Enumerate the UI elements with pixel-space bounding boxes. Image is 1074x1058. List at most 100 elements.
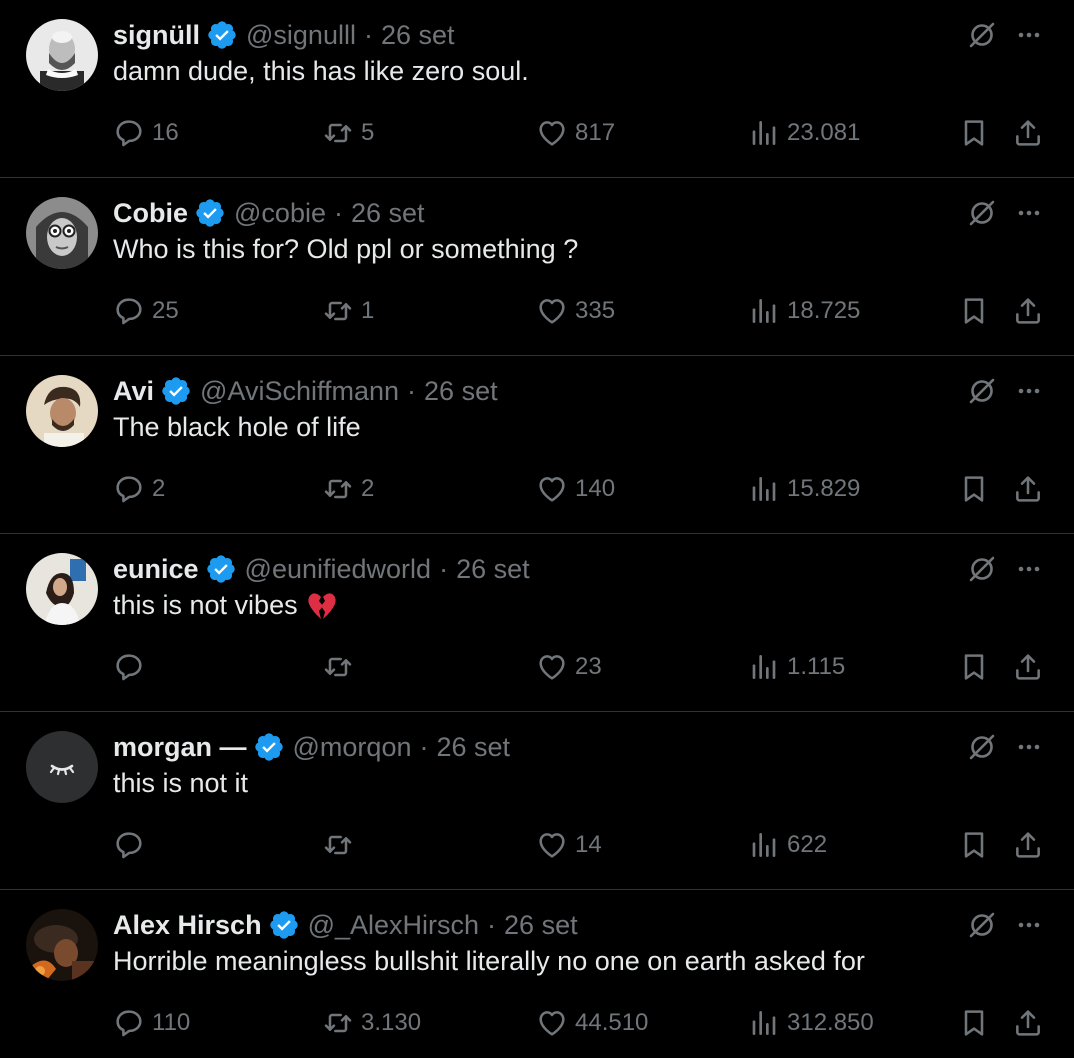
display-name[interactable]: Alex Hirsch [113, 910, 262, 941]
tweet[interactable]: signüll @signulll · 26 set damn dude, th… [0, 0, 1074, 178]
reply-button[interactable]: 25 [113, 292, 179, 330]
handle[interactable]: @signulll [246, 20, 356, 51]
more-icon[interactable] [1013, 20, 1045, 50]
separator: · [487, 909, 497, 940]
view-count: 312.850 [787, 1009, 874, 1036]
views-icon [752, 833, 776, 857]
bookmark-button[interactable] [958, 826, 990, 864]
timestamp[interactable]: 26 set [436, 732, 510, 763]
tweet[interactable]: Alex Hirsch @_AlexHirsch · 26 set Horrib… [0, 890, 1074, 1058]
avatar[interactable] [26, 19, 98, 91]
handle[interactable]: @morqon [293, 732, 412, 763]
bookmark-button[interactable] [958, 470, 990, 508]
grok-icon[interactable] [966, 375, 998, 407]
view-count: 15.829 [787, 475, 861, 502]
grok-icon[interactable] [966, 553, 998, 585]
retweet-button[interactable]: 1 [322, 292, 374, 330]
like-button[interactable]: 44.510 [536, 1004, 648, 1042]
reply-button[interactable]: 110 [113, 1004, 190, 1042]
reply-icon [116, 120, 142, 147]
retweet-icon [324, 657, 352, 677]
display-name[interactable]: signüll [113, 20, 200, 51]
timestamp[interactable]: 26 set [424, 376, 498, 407]
grok-icon[interactable] [966, 197, 998, 229]
views-button[interactable]: 1.115 [748, 648, 845, 686]
like-button[interactable]: 140 [536, 470, 615, 508]
avatar[interactable] [26, 731, 98, 803]
views-button[interactable]: 23.081 [748, 114, 860, 152]
reply-button[interactable] [113, 648, 152, 686]
views-icon [752, 1011, 776, 1035]
share-button[interactable] [1012, 114, 1044, 152]
views-button[interactable]: 312.850 [748, 1004, 874, 1042]
tweet[interactable]: Avi @AviSchiffmann · 26 set The black ho… [0, 356, 1074, 534]
reply-button[interactable] [113, 826, 152, 864]
separator: · [419, 731, 429, 762]
avatar[interactable] [26, 909, 98, 981]
views-button[interactable]: 18.725 [748, 292, 860, 330]
like-button[interactable]: 23 [536, 648, 602, 686]
timestamp[interactable]: 26 set [351, 198, 425, 229]
more-icon[interactable] [1013, 732, 1045, 762]
like-button[interactable]: 14 [536, 826, 602, 864]
more-icon[interactable] [1013, 376, 1045, 406]
bookmark-button[interactable] [958, 114, 990, 152]
share-button[interactable] [1012, 1004, 1044, 1042]
verified-badge-icon [269, 911, 298, 939]
share-button[interactable] [1012, 292, 1044, 330]
like-button[interactable]: 335 [536, 292, 615, 330]
display-name[interactable]: Cobie [113, 198, 188, 229]
avatar[interactable] [26, 553, 98, 625]
retweet-count: 2 [361, 475, 375, 502]
handle[interactable]: @_AlexHirsch [308, 910, 479, 941]
display-name[interactable]: morgan — [113, 732, 247, 763]
bookmark-button[interactable] [958, 648, 990, 686]
tweet[interactable]: Cobie @cobie · 26 set Who is this for? O… [0, 178, 1074, 356]
reply-count: 2 [152, 475, 166, 502]
retweet-button[interactable]: 5 [322, 114, 374, 152]
tweet-text-content: this is not vibes [113, 590, 298, 620]
more-icon[interactable] [1013, 910, 1045, 940]
views-button[interactable]: 15.829 [748, 470, 860, 508]
retweet-button[interactable]: 3.130 [322, 1004, 421, 1042]
retweet-button[interactable] [322, 648, 361, 686]
timestamp[interactable]: 26 set [504, 910, 578, 941]
bookmark-icon [964, 120, 984, 146]
share-button[interactable] [1012, 470, 1044, 508]
display-name[interactable]: Avi [113, 376, 154, 407]
grok-icon[interactable] [966, 731, 998, 763]
bookmark-button[interactable] [958, 292, 990, 330]
like-count: 817 [575, 119, 616, 146]
retweet-button[interactable]: 2 [322, 470, 374, 508]
like-button[interactable]: 817 [536, 114, 615, 152]
heart-icon [539, 1011, 565, 1036]
timestamp[interactable]: 26 set [381, 20, 455, 51]
timestamp[interactable]: 26 set [456, 554, 530, 585]
grok-icon[interactable] [966, 19, 998, 51]
reply-button[interactable]: 2 [113, 470, 165, 508]
tweet-text-content: Horrible meaningless bullshit literally … [113, 946, 865, 976]
more-icon[interactable] [1013, 198, 1045, 228]
tweet[interactable]: eunice @eunifiedworld · 26 set this is n… [0, 534, 1074, 712]
grok-icon[interactable] [966, 909, 998, 941]
tweet[interactable]: morgan — @morqon · 26 set this is not it… [0, 712, 1074, 890]
more-icon[interactable] [1013, 554, 1045, 584]
share-button[interactable] [1012, 826, 1044, 864]
retweet-button[interactable] [322, 826, 361, 864]
reply-button[interactable]: 16 [113, 114, 179, 152]
like-count: 335 [575, 297, 616, 324]
handle[interactable]: @eunifiedworld [245, 554, 432, 585]
share-button[interactable] [1012, 648, 1044, 686]
share-icon [1016, 1010, 1040, 1036]
avatar[interactable] [26, 197, 98, 269]
handle[interactable]: @AviSchiffmann [200, 376, 399, 407]
views-button[interactable]: 622 [748, 826, 827, 864]
display-name[interactable]: eunice [113, 554, 199, 585]
avatar[interactable] [26, 375, 98, 447]
bookmark-button[interactable] [958, 1004, 990, 1042]
tweet-header: Cobie @cobie · 26 set [113, 194, 425, 232]
tweet-text-content: Who is this for? Old ppl or something ? [113, 234, 579, 264]
tweet-header: Alex Hirsch @_AlexHirsch · 26 set [113, 906, 578, 944]
views-icon [752, 299, 776, 323]
handle[interactable]: @cobie [234, 198, 326, 229]
